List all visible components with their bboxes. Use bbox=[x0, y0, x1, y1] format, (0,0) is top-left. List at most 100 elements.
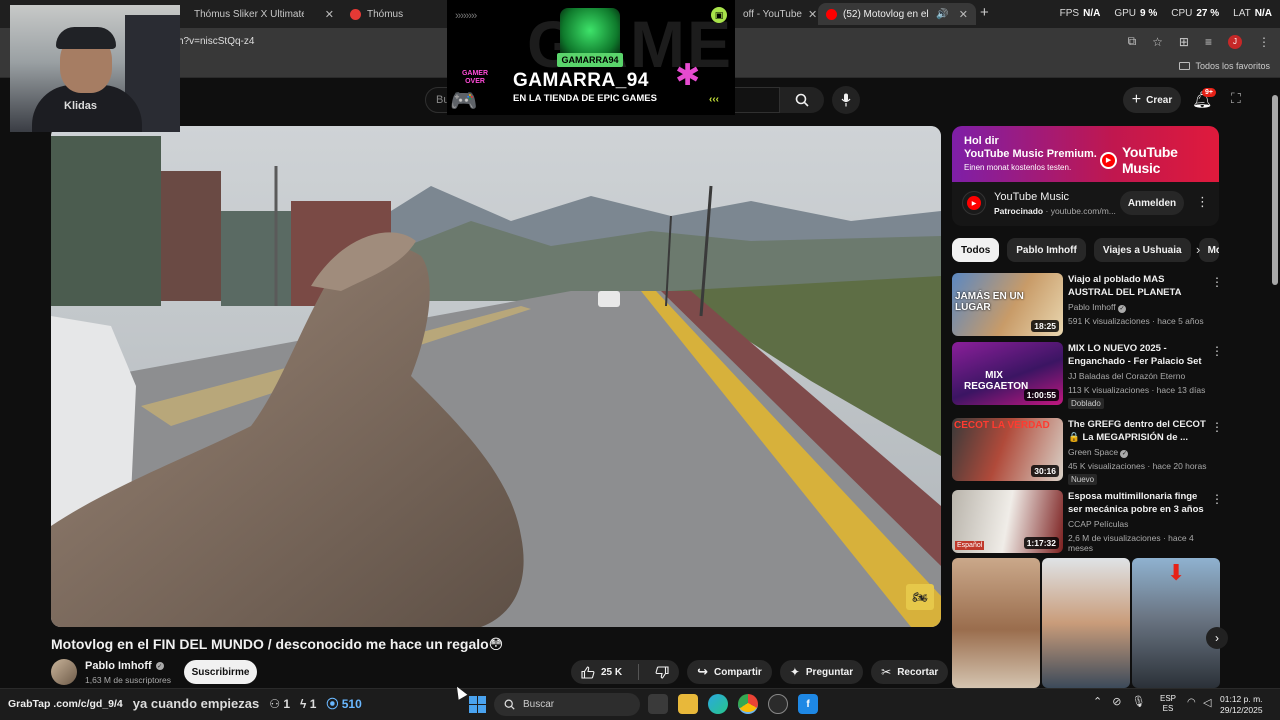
ad-cta-button[interactable]: Anmelden bbox=[1120, 191, 1184, 215]
clip-label: Recortar bbox=[897, 666, 939, 678]
cast-icon[interactable]: ⧉ bbox=[1128, 34, 1137, 49]
red-arrow-icon: ⬇ bbox=[1167, 560, 1186, 585]
account-icon[interactable]: ⛶ bbox=[1231, 90, 1241, 107]
ad-banner[interactable]: Hol dir YouTube Music Premium. Einen mon… bbox=[952, 126, 1219, 182]
search-icon bbox=[504, 699, 515, 710]
ad-more-icon[interactable]: ⋮ bbox=[1196, 194, 1209, 210]
dislike-button[interactable] bbox=[645, 660, 679, 684]
language-indicator[interactable]: ESP ES bbox=[1160, 694, 1176, 714]
system-clock[interactable]: 01:12 p. m. 29/12/2025 bbox=[1220, 694, 1263, 716]
chip-more[interactable]: Mo bbox=[1198, 238, 1219, 262]
browser-tab-youtube[interactable]: off - YouTube ✕ bbox=[735, 3, 817, 25]
page-scrollbar[interactable] bbox=[1272, 95, 1278, 285]
close-tab-icon[interactable]: ✕ bbox=[325, 8, 334, 21]
create-button[interactable]: + Crear bbox=[1123, 87, 1181, 113]
channel-name-link[interactable]: Pablo Imhoff ✓ bbox=[85, 660, 164, 672]
shorts-next-icon[interactable]: › bbox=[1206, 627, 1228, 649]
recommendation-item[interactable]: Español 1:17:32 Esposa multimillonaria f… bbox=[952, 490, 1223, 554]
speaker-icon[interactable]: 🔊 bbox=[936, 9, 948, 20]
stat-fps: FPS N/A bbox=[1059, 8, 1101, 19]
thumbnail-text: JAMÁS EN UN LUGAR bbox=[955, 291, 1024, 313]
obs-icon[interactable] bbox=[768, 694, 788, 714]
recommendation-more-icon[interactable]: ⋮ bbox=[1211, 420, 1223, 434]
ask-label: Preguntar bbox=[805, 666, 854, 678]
chip-all[interactable]: Todos bbox=[952, 238, 1000, 262]
ad-title[interactable]: YouTube Music bbox=[994, 191, 1069, 203]
video-player[interactable]: 🏍 bbox=[51, 126, 941, 627]
short-thumbnail[interactable]: ⬇ bbox=[1132, 558, 1220, 688]
taskbar-search[interactable]: Buscar bbox=[494, 693, 640, 716]
edge-icon[interactable] bbox=[708, 694, 728, 714]
bookmark-star-icon[interactable]: ☆ bbox=[1152, 35, 1163, 49]
recommendation-channel[interactable]: Green Space ✓ bbox=[1068, 447, 1129, 458]
video-thumbnail[interactable]: JAMÁS EN UN LUGAR 18:25 bbox=[952, 273, 1063, 336]
new-tab-button[interactable]: + bbox=[980, 4, 989, 21]
ask-button[interactable]: ✦ Preguntar bbox=[779, 660, 864, 684]
recommendation-channel[interactable]: CCAP Películas bbox=[1068, 519, 1128, 529]
short-thumbnail[interactable] bbox=[1042, 558, 1130, 688]
url-field[interactable]: h?v=niscStQq-z4 bbox=[178, 36, 254, 47]
language-code: ESP bbox=[1160, 694, 1177, 703]
chip-pablo-imhoff[interactable]: Pablo Imhoff bbox=[1007, 238, 1086, 262]
streamer-name: GAMARRA_94 bbox=[513, 70, 649, 91]
motorcycle-channel-icon[interactable]: 🏍 bbox=[906, 584, 934, 610]
tray-overflow-icon[interactable]: ⌃ bbox=[1093, 695, 1102, 708]
file-explorer-icon[interactable] bbox=[678, 694, 698, 714]
video-thumbnail[interactable]: CECOT LA VERDAD 30:16 bbox=[952, 418, 1063, 481]
new-badge: Nuevo bbox=[1068, 474, 1098, 485]
recommendation-more-icon[interactable]: ⋮ bbox=[1211, 275, 1223, 289]
extensions-icon[interactable]: ⊞ bbox=[1179, 35, 1189, 49]
browser-tab-thomus[interactable]: Thómus bbox=[342, 3, 448, 25]
reading-list-icon[interactable]: ≡ bbox=[1205, 35, 1212, 49]
ad-line-1: Hol dir bbox=[964, 135, 999, 147]
facebook-icon[interactable]: f bbox=[798, 694, 818, 714]
browser-tab-motovlog[interactable]: (52) Motovlog en el FIN DE 🔊 ✕ bbox=[818, 3, 976, 25]
task-view-icon[interactable] bbox=[648, 694, 668, 714]
recommendation-more-icon[interactable]: ⋮ bbox=[1211, 492, 1223, 506]
clip-button[interactable]: ✂ Recortar bbox=[871, 660, 949, 684]
windows-start-icon[interactable] bbox=[469, 696, 486, 713]
chips-next-icon[interactable]: › bbox=[1196, 242, 1200, 257]
short-thumbnail[interactable] bbox=[952, 558, 1040, 688]
video-thumbnail[interactable]: MIX REGGAETON 1:00:55 bbox=[952, 342, 1063, 405]
search-button[interactable] bbox=[780, 87, 824, 113]
microphone-tray-icon[interactable]: 🎙︎ bbox=[1131, 695, 1145, 708]
recommendation-meta: 2,6 M de visualizaciones · hace 4 meses bbox=[1068, 533, 1194, 553]
recommendation-more-icon[interactable]: ⋮ bbox=[1211, 344, 1223, 358]
chip-viajes-ushuaia[interactable]: Viajes a Ushuaia bbox=[1093, 238, 1191, 262]
like-button[interactable]: 25 K bbox=[571, 660, 632, 684]
viewer-stat: ⦿ 510 bbox=[326, 697, 362, 711]
recommendation-item[interactable]: JAMÁS EN UN LUGAR 18:25 Viajo al poblado… bbox=[952, 273, 1223, 337]
palm-tree-icon: ✱ bbox=[675, 59, 701, 92]
share-button[interactable]: ↪ Compartir bbox=[687, 660, 772, 684]
recommendation-channel[interactable]: JJ Baladas del Corazón Eterno bbox=[1068, 371, 1185, 381]
all-bookmarks-label: Todos los favoritos bbox=[1195, 61, 1270, 71]
chrome-icon[interactable] bbox=[738, 694, 758, 714]
recommendation-title[interactable]: MIX LO NUEVO 2025 - Enganchado - Fer Pal… bbox=[1068, 343, 1206, 369]
network-off-icon[interactable]: ⊘ bbox=[1112, 695, 1121, 708]
all-bookmarks-button[interactable]: Todos los favoritos bbox=[1179, 61, 1270, 71]
close-tab-icon[interactable]: ✕ bbox=[959, 8, 968, 21]
voice-search-button[interactable] bbox=[832, 86, 860, 114]
tray-volume-icon[interactable]: ◁ bbox=[1203, 696, 1211, 709]
recommendation-channel[interactable]: Pablo Imhoff ✓ bbox=[1068, 302, 1126, 313]
stat-gpu: GPU 9 % bbox=[1114, 8, 1158, 19]
ad-line-3: Einen monat kostenlos testen. bbox=[964, 163, 1072, 172]
channel-avatar[interactable] bbox=[51, 659, 77, 685]
profile-avatar[interactable]: J bbox=[1228, 34, 1242, 49]
recommendation-title[interactable]: Viajo al poblado MAS AUSTRAL DEL PLANETA… bbox=[1068, 274, 1206, 300]
recommendation-title[interactable]: Esposa multimillonaria finge ser mecánic… bbox=[1068, 491, 1206, 517]
browser-menu-icon[interactable]: ⋮ bbox=[1258, 35, 1270, 49]
recommendation-item[interactable]: CECOT LA VERDAD 30:16 The GREFG dentro d… bbox=[952, 418, 1223, 485]
browser-tab-thomus-sliker[interactable]: Thómus Sliker X Ultimate Evo - ✕ bbox=[186, 3, 342, 25]
recommendation-item[interactable]: MIX REGGAETON 1:00:55 MIX LO NUEVO 2025 … bbox=[952, 342, 1223, 409]
subscribe-button[interactable]: Suscribirme bbox=[184, 660, 257, 684]
recommendation-title[interactable]: The GREFG dentro del CECOT 🔒 La MEGAPRIS… bbox=[1068, 419, 1206, 445]
video-thumbnail[interactable]: Español 1:17:32 bbox=[952, 490, 1063, 553]
tray-wifi-icon[interactable]: ◠ bbox=[1187, 697, 1196, 708]
sparkle-icon: ✦ bbox=[789, 665, 800, 679]
thumbs-up-icon bbox=[581, 665, 595, 679]
close-tab-icon[interactable]: ✕ bbox=[808, 8, 817, 21]
ad-advertiser-icon[interactable]: ▶ bbox=[962, 191, 986, 215]
streamer-subtitle: EN LA TIENDA DE EPIC GAMES bbox=[513, 93, 657, 104]
